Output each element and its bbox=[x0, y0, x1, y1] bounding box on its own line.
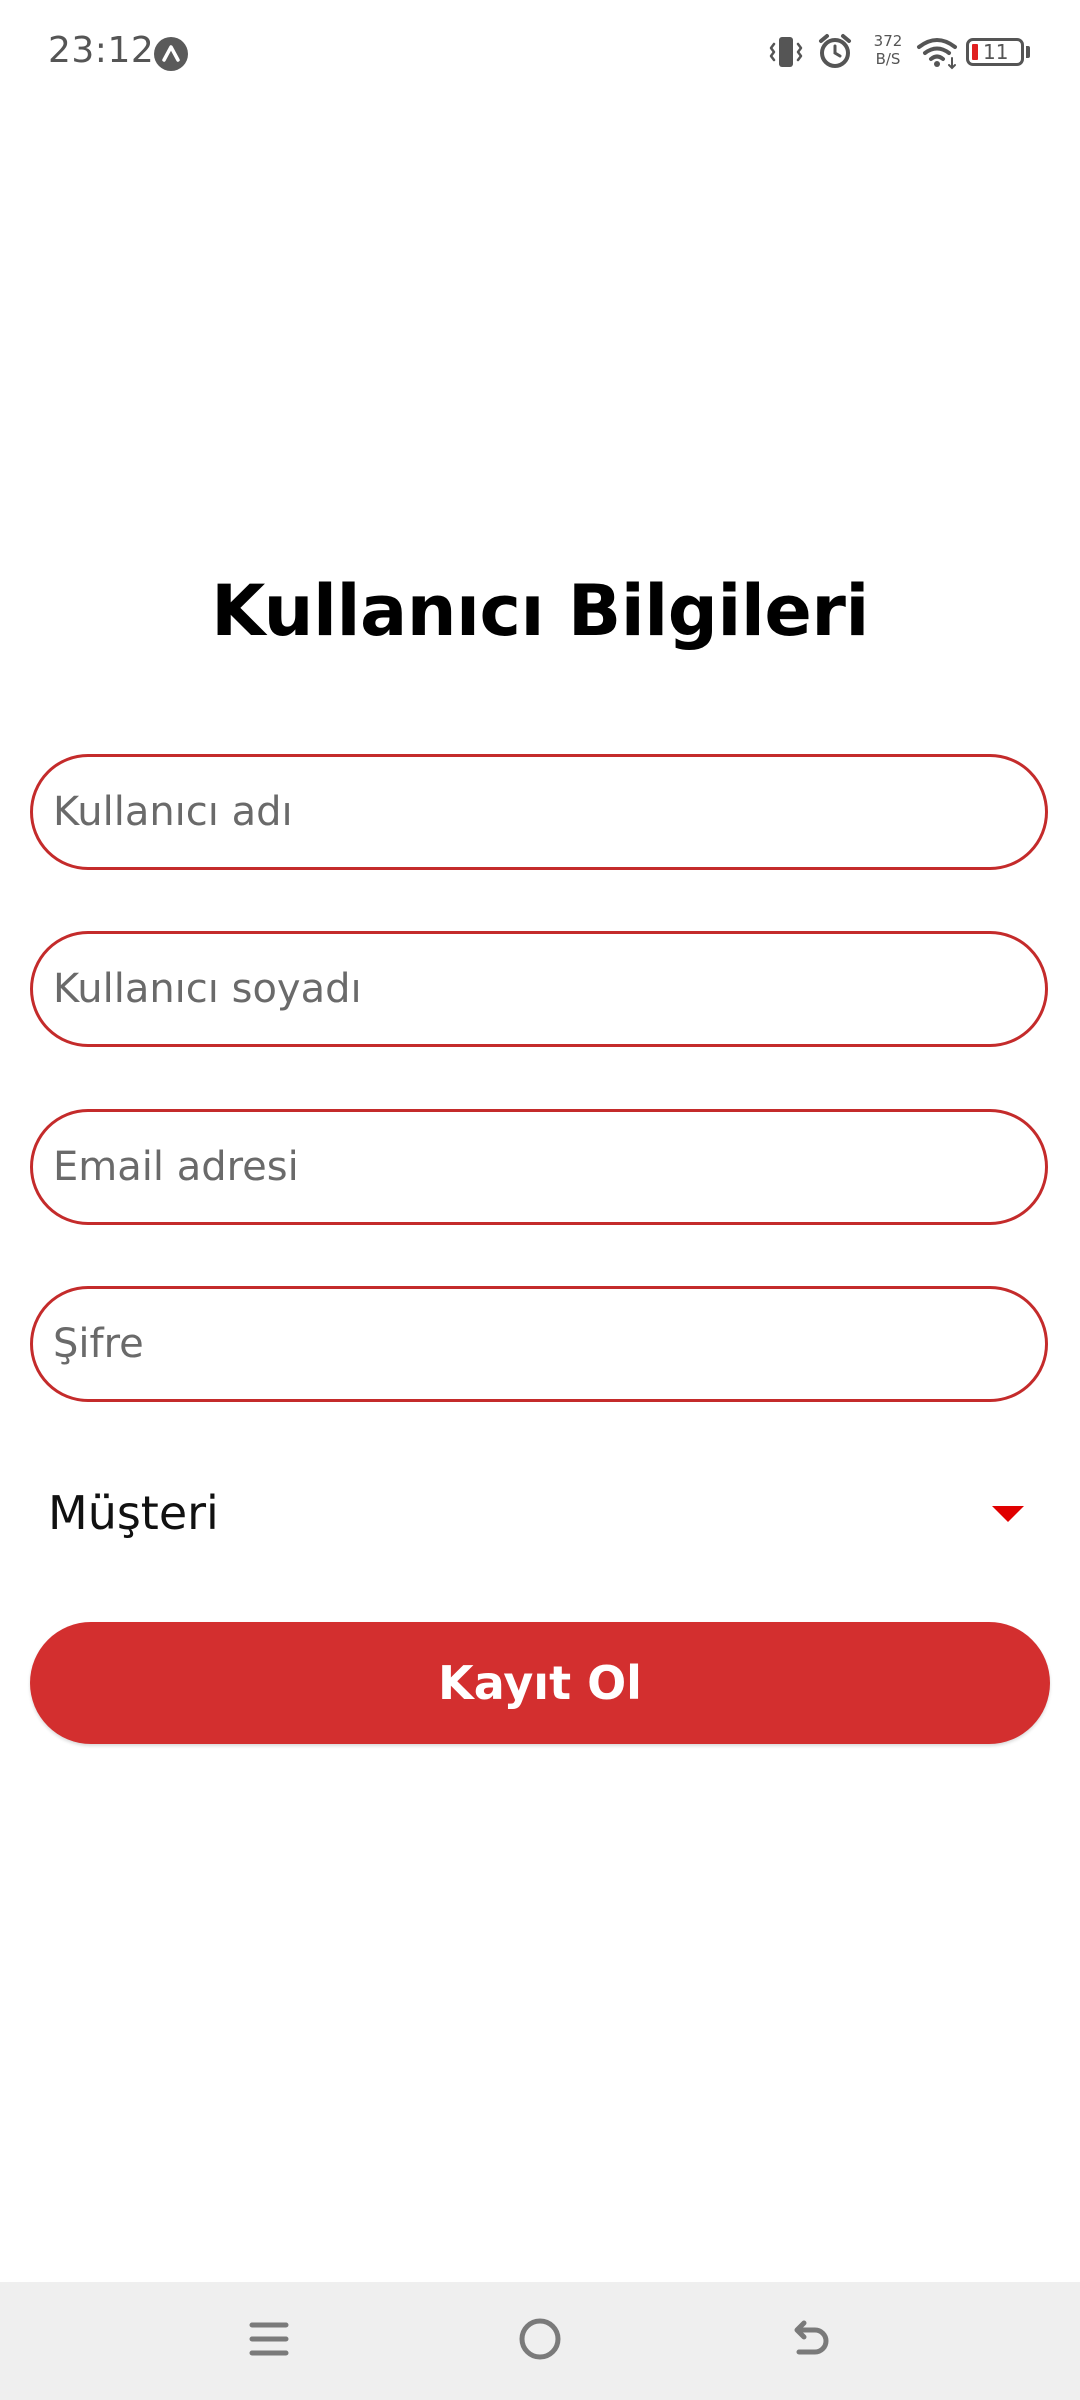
app-notification-icon bbox=[154, 37, 188, 71]
email-input[interactable] bbox=[53, 1112, 1013, 1222]
last-name-input[interactable] bbox=[53, 934, 1013, 1044]
wifi-icon bbox=[916, 36, 958, 75]
network-speed: 372 B/S bbox=[866, 32, 910, 68]
first-name-input[interactable] bbox=[53, 757, 1013, 867]
battery-level: 11 bbox=[983, 40, 1009, 64]
last-name-field[interactable] bbox=[30, 931, 1048, 1047]
email-field[interactable] bbox=[30, 1109, 1048, 1225]
alarm-icon bbox=[816, 32, 854, 75]
status-icons: 372 B/S 11 bbox=[766, 28, 1036, 80]
status-bar: 23:12 372 B/S 11 bbox=[0, 0, 1080, 110]
battery-icon: 11 bbox=[966, 38, 1024, 66]
page-title: Kullanıcı Bilgileri bbox=[211, 570, 869, 652]
back-icon bbox=[787, 2316, 833, 2367]
password-field[interactable] bbox=[30, 1286, 1048, 1402]
battery-level-fill bbox=[972, 44, 978, 60]
network-speed-value: 372 bbox=[873, 32, 903, 50]
vibrate-icon bbox=[766, 34, 806, 75]
nav-back-button[interactable] bbox=[750, 2282, 870, 2400]
caret-down-icon bbox=[992, 1506, 1024, 1522]
home-icon bbox=[517, 2316, 563, 2367]
menu-icon bbox=[247, 2317, 291, 2366]
system-navigation-bar bbox=[0, 2282, 1080, 2400]
status-time: 23:12 bbox=[48, 30, 155, 71]
network-speed-unit: B/S bbox=[875, 50, 901, 68]
nav-home-button[interactable] bbox=[480, 2282, 600, 2400]
first-name-field[interactable] bbox=[30, 754, 1048, 870]
password-input[interactable] bbox=[53, 1289, 1013, 1399]
battery-tip bbox=[1026, 46, 1030, 58]
nav-menu-button[interactable] bbox=[209, 2282, 329, 2400]
role-dropdown[interactable]: Müşteri bbox=[30, 1470, 1048, 1560]
register-button[interactable]: Kayıt Ol bbox=[30, 1622, 1050, 1744]
role-dropdown-value: Müşteri bbox=[48, 1486, 219, 1540]
